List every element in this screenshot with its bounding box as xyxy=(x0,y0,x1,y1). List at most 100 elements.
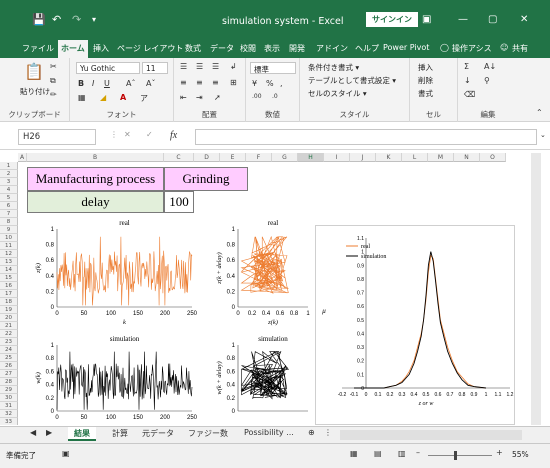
copy-icon[interactable]: ⧉ xyxy=(50,76,56,86)
delete-cells-button[interactable]: 削除 xyxy=(418,75,433,86)
tab-formulas[interactable]: 数式 xyxy=(185,43,201,54)
row-header-31[interactable]: 31 xyxy=(0,402,18,410)
row-header-9[interactable]: 9 xyxy=(0,226,18,234)
row-header-10[interactable]: 10 xyxy=(0,234,18,242)
cut-icon[interactable]: ✂ xyxy=(50,62,57,71)
column-header-n[interactable]: N xyxy=(454,153,480,162)
undo-icon[interactable]: ↶ xyxy=(52,13,61,26)
grow-font-icon[interactable]: Aˆ xyxy=(126,79,135,88)
column-header-o[interactable]: O xyxy=(480,153,506,162)
tab-share[interactable]: 共有 xyxy=(512,43,528,54)
minimize-icon[interactable]: — xyxy=(458,14,468,25)
row-header-5[interactable]: 5 xyxy=(0,194,18,202)
page-break-view-icon[interactable]: ▥ xyxy=(398,449,406,458)
autosum-icon[interactable]: Σ xyxy=(464,62,469,71)
row-header-1[interactable]: 1 xyxy=(0,162,18,170)
format-as-table-button[interactable]: テーブルとして書式設定 ▾ xyxy=(308,75,396,86)
font-name-select[interactable]: Yu Gothic xyxy=(76,62,140,74)
number-format-select[interactable]: 標準 xyxy=(250,62,296,74)
column-header-k[interactable]: K xyxy=(376,153,402,162)
more-icon[interactable]: ⋮ xyxy=(110,130,118,139)
expand-formula-icon[interactable]: ⌄ xyxy=(540,131,546,139)
percent-icon[interactable]: % xyxy=(266,79,274,88)
row-header-30[interactable]: 30 xyxy=(0,394,18,402)
cancel-icon[interactable]: ✕ xyxy=(124,130,131,139)
column-header-e[interactable]: E xyxy=(220,153,246,162)
formula-input[interactable] xyxy=(195,129,537,145)
row-header-7[interactable]: 7 xyxy=(0,210,18,218)
tab-tell-me[interactable]: 操作アシス xyxy=(452,43,492,54)
column-header-g[interactable]: G xyxy=(272,153,298,162)
align-bottom-icon[interactable]: ☰ xyxy=(212,62,219,71)
increase-indent-icon[interactable]: ⇥ xyxy=(196,93,203,102)
row-header-28[interactable]: 28 xyxy=(0,378,18,386)
italic-icon[interactable]: I xyxy=(92,79,94,88)
decrease-decimal-icon[interactable]: .0 xyxy=(272,93,278,100)
row-header-13[interactable]: 13 xyxy=(0,258,18,266)
column-header-d[interactable]: D xyxy=(194,153,220,162)
zoom-slider-thumb[interactable] xyxy=(454,451,457,460)
tab-addins[interactable]: アドイン xyxy=(316,43,348,54)
tab-view[interactable]: 表示 xyxy=(264,43,280,54)
underline-icon[interactable]: U xyxy=(104,79,110,88)
insert-function-icon[interactable]: fx xyxy=(170,130,177,141)
tab-file[interactable]: ファイル xyxy=(22,43,54,54)
sheet-tab-fuzzy[interactable]: ファジー数 xyxy=(188,428,228,439)
column-header-h[interactable]: H xyxy=(298,153,324,162)
save-icon[interactable]: 💾 xyxy=(32,13,46,26)
tab-data[interactable]: データ xyxy=(210,43,234,54)
find-icon[interactable]: ⚲ xyxy=(484,76,490,85)
column-header-j[interactable]: J xyxy=(350,153,376,162)
bold-icon[interactable]: B xyxy=(78,79,84,88)
row-header-21[interactable]: 21 xyxy=(0,322,18,330)
redo-icon[interactable]: ↷ xyxy=(72,13,81,26)
row-header-24[interactable]: 24 xyxy=(0,346,18,354)
shrink-font-icon[interactable]: Aˇ xyxy=(146,79,155,88)
align-top-icon[interactable]: ☰ xyxy=(180,62,187,71)
row-header-3[interactable]: 3 xyxy=(0,178,18,186)
font-size-select[interactable]: 11 xyxy=(142,62,168,74)
sheet-tab-possibility[interactable]: Possibility ... xyxy=(244,428,294,437)
tab-page-layout[interactable]: ページ レイアウト xyxy=(117,43,183,54)
increase-decimal-icon[interactable]: .00 xyxy=(252,93,262,100)
column-header-c[interactable]: C xyxy=(164,153,194,162)
signin-button[interactable]: サインイン xyxy=(366,12,418,27)
zoom-out-icon[interactable]: – xyxy=(416,448,420,457)
collapse-ribbon-icon[interactable]: ⌃ xyxy=(536,108,543,117)
row-header-8[interactable]: 8 xyxy=(0,218,18,226)
macro-record-icon[interactable]: ▣ xyxy=(62,449,70,458)
merge-center-icon[interactable]: ⊞ xyxy=(230,78,237,87)
tab-help[interactable]: ヘルプ xyxy=(355,43,379,54)
insert-cells-button[interactable]: 挿入 xyxy=(418,62,433,73)
row-header-19[interactable]: 19 xyxy=(0,306,18,314)
cell-c4[interactable]: 100 xyxy=(164,191,194,213)
cell-b4[interactable]: delay xyxy=(27,191,164,213)
share-icon[interactable]: ☺ xyxy=(500,43,508,52)
row-header-2[interactable]: 2 xyxy=(0,170,18,178)
cell-c2[interactable]: Grinding xyxy=(164,167,248,191)
font-color-icon[interactable]: A xyxy=(120,93,126,102)
next-sheet-icon[interactable]: ▶ xyxy=(46,428,52,437)
cell-styles-button[interactable]: セルのスタイル ▾ xyxy=(308,88,367,99)
column-header-b[interactable]: B xyxy=(27,153,164,162)
paste-icon[interactable]: 📋 xyxy=(24,62,44,81)
prev-sheet-icon[interactable]: ◀ xyxy=(30,428,36,437)
comma-icon[interactable]: , xyxy=(280,79,283,88)
zoom-in-icon[interactable]: + xyxy=(496,448,503,457)
spreadsheet-grid[interactable]: ABCDEFGHIJKLMNO 1 2 3 4 5 6 7 8 9 10 11 12 13 14 15 16 1… xyxy=(0,153,530,425)
row-header-33[interactable]: 33 xyxy=(0,418,18,425)
row-header-16[interactable]: 16 xyxy=(0,282,18,290)
row-header-17[interactable]: 17 xyxy=(0,290,18,298)
sheet-tab-source[interactable]: 元データ xyxy=(142,428,174,439)
row-header-6[interactable]: 6 xyxy=(0,202,18,210)
horizontal-scrollbar[interactable] xyxy=(340,430,522,440)
column-header-f[interactable]: F xyxy=(246,153,272,162)
tab-insert[interactable]: 挿入 xyxy=(93,43,109,54)
format-cells-button[interactable]: 書式 xyxy=(418,88,433,99)
name-box[interactable]: H26 xyxy=(18,129,96,145)
row-header-12[interactable]: 12 xyxy=(0,250,18,258)
wrap-text-icon[interactable]: ↲ xyxy=(230,62,237,71)
ribbon-display-icon[interactable]: ▣ xyxy=(422,14,431,25)
close-icon[interactable]: ✕ xyxy=(520,14,528,25)
conditional-format-button[interactable]: 条件付き書式 ▾ xyxy=(308,62,359,73)
